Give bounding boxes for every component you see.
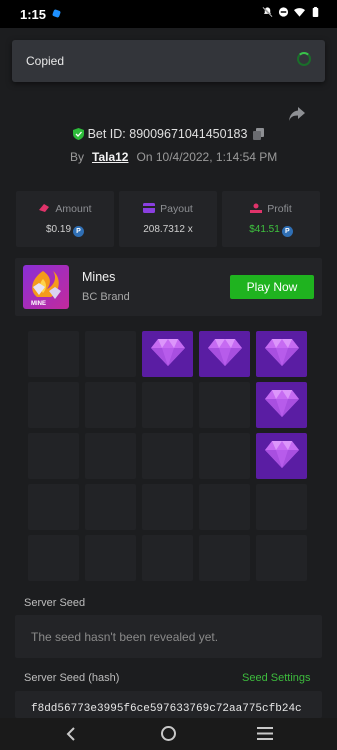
grid-cell [28, 331, 79, 377]
copied-toast: Copied [12, 40, 325, 82]
stat-payout-value: 208.7312 x [143, 224, 193, 235]
notifications-off-icon [262, 6, 273, 18]
grid-cell [85, 433, 136, 479]
gem-icon [264, 388, 300, 423]
play-now-button[interactable]: Play Now [230, 275, 314, 299]
app-notification-icon [52, 9, 61, 18]
bet-id-row: Bet ID: 89009671041450183 [0, 127, 337, 141]
bet-id-text: Bet ID: 89009671041450183 [87, 127, 248, 141]
profit-icon [250, 203, 263, 213]
home-icon[interactable] [160, 725, 177, 742]
thumb-label: MINE [31, 301, 46, 307]
copy-icon[interactable] [253, 128, 265, 140]
mines-logo-icon: MINE [31, 271, 61, 307]
server-seed-box: The seed hasn't been revealed yet. [15, 615, 322, 658]
gem-icon [264, 439, 300, 474]
grid-cell [199, 433, 250, 479]
grid-cell [28, 535, 79, 581]
stat-profit-value: $41.51 [249, 224, 280, 235]
gem-icon [150, 337, 186, 372]
grid-cell [28, 382, 79, 428]
grid-cell [256, 535, 307, 581]
stat-payout: Payout 208.7312 x [119, 191, 217, 247]
server-seed-hash-box: f8dd56773e3995f6ce597633769c72aa775cfb24… [15, 691, 322, 718]
payout-icon [143, 203, 156, 213]
system-nav-bar [0, 718, 337, 750]
server-seed-placeholder: The seed hasn't been revealed yet. [31, 630, 219, 644]
grid-cell [142, 484, 193, 530]
toast-text: Copied [26, 54, 65, 68]
grid-cell [199, 484, 250, 530]
grid-cell-gem [256, 382, 307, 428]
amount-icon [39, 204, 50, 212]
coin-icon: P [281, 226, 293, 237]
grid-cell [28, 484, 79, 530]
grid-cell-gem [142, 331, 193, 377]
status-bar: 1:15 [0, 0, 337, 28]
stat-profit: Profit $41.51 P [222, 191, 320, 247]
grid-cell [85, 535, 136, 581]
server-seed-hash-value: f8dd56773e3995f6ce597633769c72aa775cfb24… [31, 703, 302, 715]
grid-cell [256, 484, 307, 530]
gem-icon [207, 337, 243, 372]
stat-amount: Amount $0.19 P [16, 191, 114, 247]
seed-settings-link[interactable]: Seed Settings [242, 672, 311, 684]
game-provider: BC Brand [82, 291, 130, 303]
user-link[interactable]: Tala12 [92, 150, 128, 164]
stat-amount-value: $0.19 [45, 224, 72, 235]
do-not-disturb-icon [278, 7, 289, 17]
status-time: 1:15 [20, 7, 47, 22]
share-icon[interactable] [288, 106, 306, 122]
grid-cell [142, 535, 193, 581]
game-card: MINE Mines BC Brand Play Now [15, 258, 322, 316]
grid-cell [199, 535, 250, 581]
bet-author-row: By Tala12 On 10/4/2022, 1:14:54 PM [70, 150, 277, 164]
stat-amount-label: Amount [55, 203, 92, 215]
grid-cell [142, 433, 193, 479]
grid-cell [85, 331, 136, 377]
by-label: By [70, 150, 85, 164]
coin-icon: P [73, 226, 85, 237]
server-seed-hash-label: Server Seed (hash) [24, 672, 120, 684]
grid-cell-gem [199, 331, 250, 377]
bet-date: 10/4/2022, 1:14:54 PM [155, 150, 278, 164]
grid-cell-gem [256, 433, 307, 479]
grid-cell [199, 382, 250, 428]
gem-icon [264, 337, 300, 372]
server-seed-label: Server Seed [24, 597, 86, 609]
game-title: Mines [82, 270, 116, 284]
battery-icon [312, 6, 319, 18]
status-icons [262, 6, 321, 18]
stat-profit-label: Profit [267, 203, 292, 215]
stat-payout-label: Payout [160, 203, 193, 215]
mines-grid [28, 331, 308, 583]
grid-cell [85, 484, 136, 530]
wifi-icon [294, 8, 305, 17]
verified-shield-icon [72, 128, 84, 140]
back-icon[interactable] [64, 726, 78, 742]
loading-spinner-icon [297, 52, 311, 66]
on-label: On [136, 150, 153, 164]
recents-icon[interactable] [257, 727, 273, 740]
grid-cell [85, 382, 136, 428]
grid-cell [142, 382, 193, 428]
grid-cell [28, 433, 79, 479]
grid-cell-gem [256, 331, 307, 377]
mines-game-thumbnail: MINE [23, 265, 69, 309]
